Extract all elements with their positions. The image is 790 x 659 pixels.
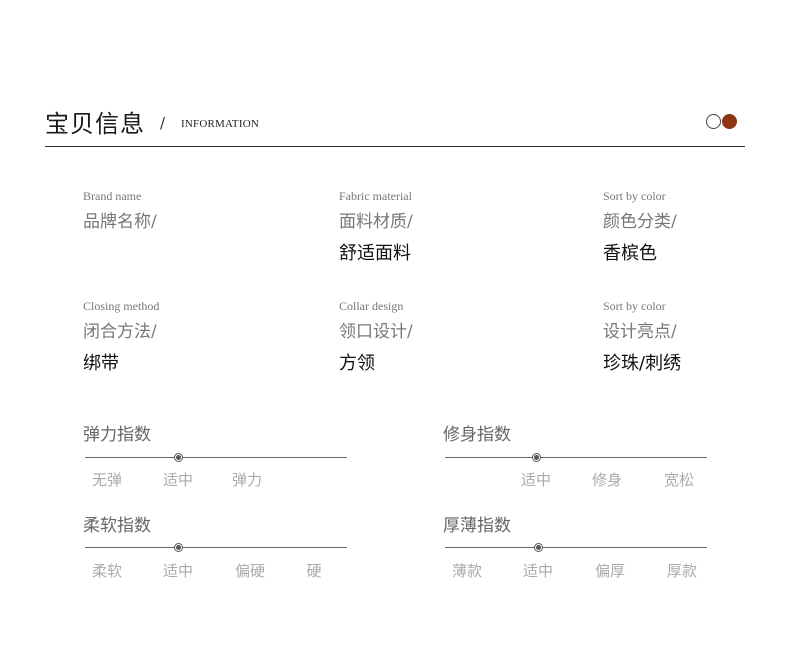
scale-option: 适中 bbox=[520, 471, 552, 489]
scale-option: 偏硬 bbox=[234, 562, 266, 580]
scale-option: 适中 bbox=[162, 562, 194, 580]
info-label-en: Collar design bbox=[339, 299, 404, 313]
filled-circle-icon bbox=[722, 114, 737, 129]
info-collar-design: Collar design 领口设计/ 方领 bbox=[339, 298, 413, 375]
info-label-cn: 设计亮点/ bbox=[603, 322, 677, 342]
scale-track bbox=[85, 457, 347, 458]
info-value: 方领 bbox=[339, 353, 375, 374]
scale-marker-icon bbox=[173, 543, 183, 552]
info-label-en: Sort by color bbox=[603, 189, 666, 203]
title-separator: / bbox=[160, 114, 166, 132]
info-label-en: Sort by color bbox=[603, 299, 666, 313]
outline-circle-icon bbox=[706, 114, 721, 129]
info-design-highlight: Sort by color 设计亮点/ 珍珠/刺绣 bbox=[603, 298, 681, 375]
scale-option: 薄款 bbox=[451, 562, 483, 580]
scale-track bbox=[85, 547, 347, 548]
scale-title: 柔软指数 bbox=[83, 516, 151, 536]
info-value bbox=[83, 243, 157, 265]
section-subtitle: INFORMATION bbox=[181, 118, 259, 130]
info-fabric-material: Fabric material 面料材质/ 舒适面料 bbox=[339, 188, 413, 265]
info-label-en: Fabric material bbox=[339, 189, 412, 203]
info-value: 绑带 bbox=[83, 353, 119, 374]
scale-option: 无弹 bbox=[91, 471, 123, 489]
scale-option: 宽松 bbox=[663, 471, 695, 489]
decorative-dots bbox=[706, 114, 740, 131]
scale-option: 柔软 bbox=[91, 562, 123, 580]
header-divider bbox=[45, 146, 745, 147]
info-label-cn: 品牌名称/ bbox=[83, 212, 157, 232]
scale-marker-icon bbox=[531, 453, 541, 462]
info-closing-method: Closing method 闭合方法/ 绑带 bbox=[83, 298, 159, 375]
info-value: 舒适面料 bbox=[339, 243, 411, 264]
info-brand-name: Brand name 品牌名称/ bbox=[83, 188, 157, 265]
info-value: 香槟色 bbox=[603, 243, 657, 264]
info-label-en: Closing method bbox=[83, 299, 160, 313]
scale-track bbox=[445, 457, 707, 458]
scale-option: 厚款 bbox=[666, 562, 698, 580]
scale-option: 适中 bbox=[162, 471, 194, 489]
info-label-cn: 领口设计/ bbox=[339, 322, 413, 342]
section-title: 宝贝信息 bbox=[45, 110, 145, 138]
scale-title: 修身指数 bbox=[443, 425, 511, 445]
info-label-cn: 颜色分类/ bbox=[603, 212, 677, 232]
info-label-cn: 闭合方法/ bbox=[83, 322, 157, 342]
scale-option: 硬 bbox=[306, 562, 322, 580]
scale-track bbox=[445, 547, 707, 548]
scale-option: 适中 bbox=[522, 562, 554, 580]
scale-title: 厚薄指数 bbox=[443, 516, 511, 536]
scale-marker-icon bbox=[533, 543, 543, 552]
scale-option: 弹力 bbox=[231, 471, 263, 489]
scale-title: 弹力指数 bbox=[83, 425, 151, 445]
scale-option: 偏厚 bbox=[594, 562, 626, 580]
info-label-en: Brand name bbox=[83, 189, 142, 203]
info-label-cn: 面料材质/ bbox=[339, 212, 413, 232]
info-value: 珍珠/刺绣 bbox=[603, 353, 682, 374]
scale-marker-icon bbox=[173, 453, 183, 462]
info-color-category: Sort by color 颜色分类/ 香槟色 bbox=[603, 188, 677, 265]
scale-option: 修身 bbox=[591, 471, 623, 489]
